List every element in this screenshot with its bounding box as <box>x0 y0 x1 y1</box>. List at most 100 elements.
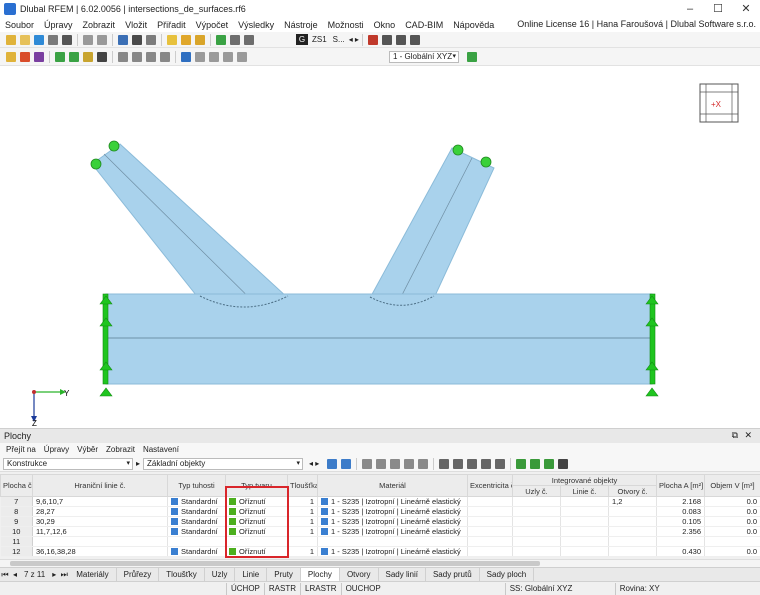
table-row[interactable]: 10 11,7,12,6 Standardní Oříznutí 1 1 - S… <box>0 526 760 537</box>
view-icon[interactable] <box>230 34 240 45</box>
category-select[interactable]: Konstrukce ▾ <box>3 457 133 470</box>
openings-cell[interactable] <box>608 536 658 547</box>
tab-sady-linii[interactable]: Sady linií <box>379 567 426 582</box>
panel-menu-settings[interactable]: Nastavení <box>139 445 183 454</box>
menu-vysledky[interactable]: Výsledky <box>233 20 279 30</box>
surfaces-table[interactable]: Plocha č. Hraniční linie č. Typ tuhosti … <box>0 474 760 557</box>
tab-pruty[interactable]: Pruty <box>267 567 301 582</box>
col-header-material[interactable]: Materiál <box>317 474 468 497</box>
filter-icon[interactable] <box>409 34 420 45</box>
menu-vypocet[interactable]: Výpočet <box>191 20 234 30</box>
row-number[interactable]: 12 <box>0 546 33 557</box>
boundary-lines-cell[interactable]: 36,16,38,28 <box>32 546 168 557</box>
lines-cell[interactable] <box>560 516 609 527</box>
boundary-lines-cell[interactable]: 28,27 <box>32 506 168 517</box>
horizontal-scrollbar[interactable] <box>0 559 760 567</box>
copy-row-icon[interactable] <box>390 458 401 469</box>
thickness-cell[interactable]: 1 <box>287 516 318 527</box>
table-settings-icon[interactable] <box>516 458 527 469</box>
tab-otvory[interactable]: Otvory <box>340 567 379 582</box>
area-cell[interactable]: 0.083 <box>656 506 706 517</box>
main-tube-surface[interactable] <box>105 293 653 385</box>
openings-cell[interactable] <box>608 526 658 537</box>
status-grid-toggle[interactable]: RASTR <box>263 582 300 595</box>
stiffness-cell[interactable]: Standardní <box>167 516 226 527</box>
shape-cell[interactable]: Oříznutí <box>225 496 288 507</box>
col-header-objem[interactable]: Objem V [m³] <box>704 474 760 497</box>
material-cell[interactable]: 1 - S235 | Izotropní | Lineárně elastick… <box>317 506 468 517</box>
deformation-icon[interactable] <box>395 34 406 45</box>
thickness-cell[interactable]: 1 <box>287 506 318 517</box>
eccentricity-cell[interactable] <box>467 516 513 527</box>
filter-nav-icon[interactable]: ◂ ▸ <box>309 459 319 468</box>
status-osnap-toggle[interactable]: OUCHOP <box>340 582 385 595</box>
menu-napoveda[interactable]: Nápověda <box>448 20 499 30</box>
area-cell[interactable]: 0.105 <box>656 516 706 527</box>
line-icon[interactable] <box>20 51 30 62</box>
menu-moznosti[interactable]: Možnosti <box>323 20 369 30</box>
row-number[interactable]: 10 <box>0 526 33 537</box>
col-header-hranicni[interactable]: Hraniční linie č. <box>32 474 168 497</box>
import-icon[interactable] <box>467 458 478 469</box>
minimize-button[interactable]: – <box>676 0 704 18</box>
select-in-model-icon[interactable] <box>327 458 338 469</box>
eccentricity-cell[interactable] <box>467 546 513 557</box>
tab-plochy[interactable]: Plochy <box>300 567 340 582</box>
tab-prurezy[interactable]: Průřezy <box>117 567 160 582</box>
units-icon[interactable] <box>495 458 506 469</box>
menu-upravy[interactable]: Úpravy <box>39 20 78 30</box>
col-header-uzly[interactable]: Uzly č. <box>512 485 561 497</box>
area-cell[interactable] <box>656 536 706 547</box>
col-header-typ-tuhosti[interactable]: Typ tuhosti <box>167 474 226 497</box>
select-icon[interactable] <box>6 51 16 62</box>
lines-cell[interactable] <box>560 506 609 517</box>
new-file-icon[interactable] <box>6 34 16 45</box>
formula-icon[interactable] <box>481 458 492 469</box>
object-filter-select[interactable]: Základní objekty ▾ <box>143 457 304 470</box>
close-button[interactable]: ✕ <box>732 0 760 18</box>
table-row[interactable]: 12 36,16,38,28 Standardní Oříznutí 1 1 -… <box>0 546 760 557</box>
tab-tloustky[interactable]: Tloušťky <box>159 567 205 582</box>
area-cell[interactable]: 2.168 <box>656 496 706 507</box>
undo-icon[interactable] <box>83 34 93 45</box>
status-snap-toggle[interactable]: ÚCHOP <box>226 582 264 595</box>
panel-menu-select[interactable]: Výběr <box>73 445 102 454</box>
area-cell[interactable]: 2.356 <box>656 526 706 537</box>
node-marker[interactable] <box>90 158 102 170</box>
pin-icon[interactable] <box>181 51 191 62</box>
left-branch-surface[interactable] <box>91 143 290 301</box>
maximize-button[interactable]: ☐ <box>704 0 732 18</box>
results-toggle-icon[interactable] <box>367 34 378 45</box>
stiffness-cell[interactable]: Standardní <box>167 526 226 537</box>
load-case-name[interactable]: ZS1 <box>312 35 327 44</box>
stiffness-cell[interactable]: Standardní <box>167 496 226 507</box>
filter-table-icon[interactable] <box>530 458 541 469</box>
support-icon[interactable] <box>55 51 65 62</box>
col-header-tloustka[interactable]: Tloušťka č. <box>287 474 318 497</box>
stiffness-cell[interactable]: Standardní <box>167 506 226 517</box>
panel-menu-edit[interactable]: Úpravy <box>40 445 73 454</box>
openings-cell[interactable] <box>608 506 658 517</box>
shape-cell[interactable] <box>225 536 288 547</box>
row-number[interactable]: 11 <box>0 536 33 547</box>
status-lgrid-toggle[interactable]: LRASTR <box>300 582 341 595</box>
row-number[interactable]: 8 <box>0 506 33 517</box>
panel-menu-view[interactable]: Zobrazit <box>102 445 139 454</box>
diagram-icon[interactable] <box>381 34 392 45</box>
volume-cell[interactable]: 0.0 <box>704 516 760 527</box>
row-number[interactable]: 7 <box>0 496 33 507</box>
member-icon[interactable] <box>34 51 44 62</box>
lines-cell[interactable] <box>560 526 609 537</box>
node-marker[interactable] <box>452 144 464 156</box>
nodes-cell[interactable] <box>512 526 561 537</box>
nodes-cell[interactable] <box>512 536 561 547</box>
eccentricity-cell[interactable] <box>467 536 513 547</box>
last-page-icon[interactable]: ⏭ <box>59 570 69 580</box>
delete-row-icon[interactable] <box>376 458 387 469</box>
sort-icon[interactable] <box>418 458 429 469</box>
shape-cell[interactable]: Oříznutí <box>225 526 288 537</box>
thickness-cell[interactable]: 1 <box>287 546 318 557</box>
model-viewport[interactable]: Y Z +X <box>0 66 760 428</box>
undock-icon[interactable]: ⧉ <box>732 430 738 441</box>
shape-cell[interactable]: Oříznutí <box>225 546 288 557</box>
